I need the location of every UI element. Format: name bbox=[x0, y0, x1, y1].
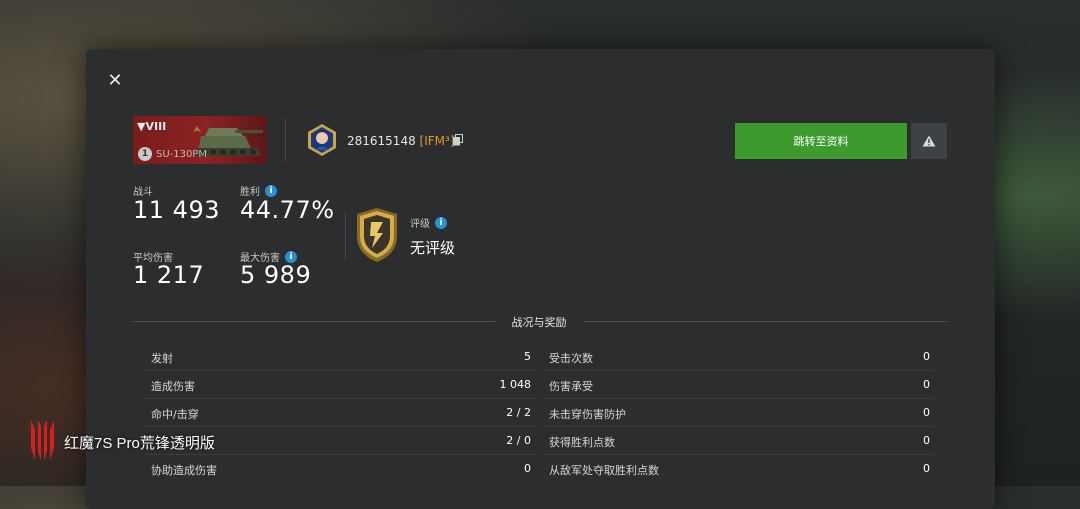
player-name: 281615148 bbox=[347, 134, 416, 148]
row-label: 协助造成伤害 bbox=[151, 464, 217, 477]
stat-value-max-damage: 5 989 bbox=[240, 261, 312, 289]
row-value: 0 bbox=[923, 378, 930, 391]
stat-value-battles: 11 493 bbox=[133, 196, 220, 224]
tank-name: SU-130PM bbox=[156, 149, 208, 160]
table-row: 未击穿伤害防护 0 bbox=[543, 399, 934, 427]
info-icon[interactable]: i bbox=[435, 216, 447, 229]
mastery-badge: 1 bbox=[138, 147, 152, 161]
section-title: 战况与奖励 bbox=[511, 316, 567, 329]
row-label: 从敌军处夺取胜利点数 bbox=[549, 464, 659, 477]
row-label: 获得胜利点数 bbox=[549, 436, 615, 449]
report-button[interactable] bbox=[911, 123, 947, 159]
row-value: 1 048 bbox=[499, 378, 532, 391]
table-row: 获得胜利点数 0 bbox=[543, 427, 934, 455]
section-divider-right bbox=[583, 321, 947, 322]
table-row: 造成伤害 1 048 bbox=[145, 371, 535, 399]
row-value: 0 bbox=[923, 350, 930, 363]
clan-tag[interactable]: [IFM³] bbox=[420, 134, 455, 148]
warning-icon bbox=[922, 135, 936, 147]
device-watermark: 红魔7S Pro荒锋透明版 bbox=[64, 435, 215, 452]
stat-value-avg-damage: 1 217 bbox=[133, 261, 205, 289]
close-icon[interactable]: ✕ bbox=[104, 69, 126, 91]
row-value: 0 bbox=[923, 434, 930, 447]
table-row: 命中/击穿 2 / 2 bbox=[145, 399, 535, 427]
header-divider bbox=[285, 118, 286, 162]
row-label: 受击次数 bbox=[549, 352, 593, 365]
rating-emblem-icon bbox=[357, 208, 397, 262]
row-label: 命中/击穿 bbox=[151, 408, 199, 421]
table-row: 伤害承受 0 bbox=[543, 371, 934, 399]
table-row: 发射 5 bbox=[145, 343, 535, 371]
section-divider-left bbox=[133, 321, 495, 322]
row-label: 造成伤害 bbox=[151, 380, 195, 393]
row-label: 伤害承受 bbox=[549, 380, 593, 393]
row-value: 2 / 0 bbox=[506, 434, 531, 447]
rating-value: 无评级 bbox=[410, 239, 456, 257]
goto-profile-button[interactable]: 跳转至资料 bbox=[735, 123, 907, 159]
redmagic-logo-icon bbox=[31, 420, 54, 460]
row-value: 2 / 2 bbox=[506, 406, 531, 419]
rating-label: 评级 i bbox=[410, 215, 447, 230]
table-row: 受击次数 0 bbox=[543, 343, 934, 371]
table-row: 协助造成伤害 0 bbox=[145, 455, 535, 482]
rating-divider bbox=[345, 212, 346, 260]
left-stats-table: 发射 5 造成伤害 1 048 命中/击穿 2 / 2 2 / 0 协助造成伤害 0 bbox=[145, 343, 535, 482]
right-stats-table: 受击次数 0 伤害承受 0 未击穿伤害防护 0 获得胜利点数 0 从敌军处夺取胜利点数 0 bbox=[543, 343, 934, 482]
tank-card[interactable]: ▼VIII 1 SU-130PM bbox=[133, 116, 267, 164]
tank-tier: ▼VIII bbox=[137, 120, 167, 133]
rating-label-text: 评级 bbox=[410, 219, 430, 230]
row-value: 0 bbox=[923, 406, 930, 419]
row-value: 0 bbox=[524, 462, 531, 475]
player-name-line: 281615148 [IFM³] bbox=[347, 134, 455, 148]
row-label: 发射 bbox=[151, 352, 173, 365]
table-row: 从敌军处夺取胜利点数 0 bbox=[543, 455, 934, 482]
info-icon[interactable]: i bbox=[265, 184, 277, 197]
row-label: 未击穿伤害防护 bbox=[549, 408, 626, 421]
row-value: 5 bbox=[524, 350, 531, 363]
player-avatar[interactable] bbox=[305, 123, 339, 157]
row-value: 0 bbox=[923, 462, 930, 475]
copy-icon[interactable] bbox=[452, 134, 464, 146]
stat-value-winrate: 44.77% bbox=[240, 196, 335, 224]
